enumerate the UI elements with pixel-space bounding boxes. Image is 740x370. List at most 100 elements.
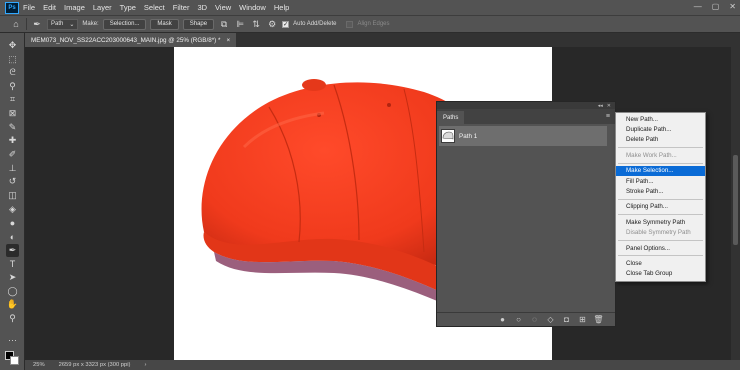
- tool-mode-select[interactable]: Path ⌄: [47, 18, 79, 30]
- paths-panel: ◂◂ ✕ Paths ≡ Path 1 ● ○ ◌ ◇ ◘ ⊞ 🗑: [436, 101, 616, 327]
- checkmark-icon: ✓: [283, 21, 289, 28]
- delete-path-icon[interactable]: 🗑: [593, 315, 603, 324]
- menu-item-close[interactable]: Close: [616, 258, 705, 268]
- pen-tool-preset-icon[interactable]: ✒: [31, 18, 43, 30]
- tool-mode-value: Path: [51, 21, 64, 27]
- menu-item-panel-options[interactable]: Panel Options...: [616, 243, 705, 253]
- stroke-path-icon[interactable]: ○: [514, 315, 523, 324]
- menu-item-duplicate-path[interactable]: Duplicate Path...: [616, 124, 705, 134]
- close-panel-icon[interactable]: ✕: [607, 103, 611, 109]
- path-name: Path 1: [459, 132, 478, 140]
- background-color-swatch[interactable]: [10, 356, 19, 365]
- menu-view[interactable]: View: [211, 3, 235, 12]
- eraser-tool-icon[interactable]: ◫: [6, 189, 19, 202]
- menu-item-new-path[interactable]: New Path...: [616, 114, 705, 124]
- panel-title-strip: ◂◂ ✕: [437, 102, 615, 109]
- menu-window[interactable]: Window: [235, 3, 270, 12]
- fill-path-icon[interactable]: ●: [498, 315, 507, 324]
- menu-bar: Ps File Edit Image Layer Type Select Filter 3D V…: [0, 0, 740, 15]
- menu-item-disable-symmetry-path: Disable Symmetry Path: [626, 229, 691, 237]
- frame-tool-icon[interactable]: ⊠: [6, 107, 19, 120]
- menu-file[interactable]: File: [19, 3, 39, 12]
- collapse-panel-icon[interactable]: ◂◂: [598, 103, 603, 109]
- quick-selection-tool-icon[interactable]: ⚲: [6, 80, 19, 93]
- menu-separator: [618, 239, 703, 241]
- paths-panel-flyout-menu: New Path... Duplicate Path... Delete Path M…: [615, 112, 706, 282]
- pen-tool-icon[interactable]: ✒: [6, 244, 19, 257]
- dodge-tool-icon[interactable]: ◐: [6, 230, 19, 243]
- new-path-icon[interactable]: ⊞: [578, 315, 587, 324]
- crop-tool-icon[interactable]: ⌗: [6, 93, 19, 106]
- menu-edit[interactable]: Edit: [39, 3, 60, 12]
- make-label: Make:: [82, 21, 99, 27]
- menu-item-clipping-path[interactable]: Clipping Path...: [616, 202, 705, 212]
- menu-item-stroke-path[interactable]: Stroke Path...: [616, 186, 705, 196]
- auto-add-delete-checkbox[interactable]: ✓: [282, 20, 290, 28]
- document-tab[interactable]: MEM073_NOV_SS22ACC203000643_MAIN.jpg @ 2…: [25, 33, 237, 47]
- menu-separator: [618, 255, 703, 257]
- brush-tool-icon[interactable]: ✐: [6, 148, 19, 161]
- panel-menu-icon[interactable]: ≡: [606, 113, 610, 120]
- vertical-scrollbar[interactable]: [731, 47, 740, 360]
- menu-item-make-work-path: Make Work Path...: [626, 151, 677, 159]
- panel-footer: ● ○ ◌ ◇ ◘ ⊞ 🗑: [437, 312, 615, 326]
- close-tab-icon[interactable]: ×: [226, 37, 230, 44]
- make-work-path-icon[interactable]: ◇: [546, 315, 555, 324]
- clone-stamp-tool-icon[interactable]: ⊥: [6, 162, 19, 175]
- divider: [26, 18, 27, 30]
- make-shape-button[interactable]: Shape: [182, 18, 215, 30]
- type-tool-icon[interactable]: T: [6, 257, 19, 270]
- menu-help[interactable]: Help: [270, 3, 293, 12]
- menu-select[interactable]: Select: [140, 3, 169, 12]
- zoom-level[interactable]: 25%: [33, 362, 45, 368]
- tab-paths[interactable]: Paths: [437, 111, 465, 124]
- healing-brush-tool-icon[interactable]: ✚: [6, 134, 19, 147]
- marquee-tool-icon[interactable]: ⬚: [6, 53, 19, 66]
- hand-tool-icon[interactable]: ✋: [6, 298, 19, 311]
- scrollbar-thumb[interactable]: [733, 155, 738, 245]
- menu-item-delete-path[interactable]: Delete Path: [616, 135, 705, 145]
- zoom-tool-icon[interactable]: ⚲: [6, 312, 19, 325]
- menu-item-fill-path[interactable]: Fill Path...: [616, 176, 705, 186]
- ellipse-tool-icon[interactable]: ◯: [6, 285, 19, 298]
- minimize-icon[interactable]: —: [694, 2, 702, 11]
- make-selection-button[interactable]: Selection...: [102, 18, 147, 30]
- menu-item-make-symmetry-path[interactable]: Make Symmetry Path: [616, 217, 705, 227]
- document-dimensions: 2659 px x 3323 px (300 ppi): [58, 362, 131, 368]
- home-icon[interactable]: ⌂: [10, 18, 22, 30]
- history-brush-tool-icon[interactable]: ↺: [6, 175, 19, 188]
- menu-items: File Edit Image Layer Type Select Filter 3D View…: [19, 3, 293, 12]
- menu-separator: [618, 198, 703, 200]
- menu-filter[interactable]: Filter: [169, 3, 194, 12]
- lasso-tool-icon[interactable]: ᘓ: [6, 66, 19, 79]
- menu-image[interactable]: Image: [60, 3, 89, 12]
- menu-separator: [618, 147, 703, 149]
- make-mask-button[interactable]: Mask: [150, 18, 179, 30]
- add-mask-icon[interactable]: ◘: [562, 315, 571, 324]
- close-window-icon[interactable]: ✕: [729, 2, 736, 11]
- gear-icon[interactable]: ⚙: [266, 18, 278, 30]
- cap-outline-icon: [442, 131, 454, 140]
- menu-layer[interactable]: Layer: [89, 3, 116, 12]
- path-alignment-icon[interactable]: ⊫: [234, 18, 246, 30]
- menu-3d[interactable]: 3D: [193, 3, 211, 12]
- menu-item-close-tab-group[interactable]: Close Tab Group: [616, 269, 705, 279]
- more-tools-icon[interactable]: ···: [6, 333, 19, 346]
- load-as-selection-icon[interactable]: ◌: [530, 315, 539, 324]
- options-bar: ⌂ ✒ Path ⌄ Make: Selection... Mask Shape…: [0, 15, 740, 33]
- path-arrangement-icon[interactable]: ⇅: [250, 18, 262, 30]
- menu-type[interactable]: Type: [116, 3, 140, 12]
- menu-item-make-selection[interactable]: Make Selection...: [616, 165, 705, 176]
- maximize-icon[interactable]: ▢: [712, 2, 720, 11]
- path-selection-tool-icon[interactable]: ➤: [6, 271, 19, 284]
- blur-tool-icon[interactable]: ●: [6, 216, 19, 229]
- paint-bucket-tool-icon[interactable]: ◈: [6, 203, 19, 216]
- eyedropper-tool-icon[interactable]: ✎: [6, 121, 19, 134]
- status-menu-arrow-icon[interactable]: ›: [144, 362, 146, 368]
- path-row[interactable]: Path 1: [439, 126, 607, 146]
- path-operations-icon[interactable]: ⧉: [218, 18, 230, 30]
- align-edges-checkbox[interactable]: [346, 20, 354, 28]
- move-tool-icon[interactable]: ✥: [6, 39, 19, 52]
- color-swatches[interactable]: [5, 351, 19, 365]
- align-edges-label: Align Edges: [357, 21, 390, 27]
